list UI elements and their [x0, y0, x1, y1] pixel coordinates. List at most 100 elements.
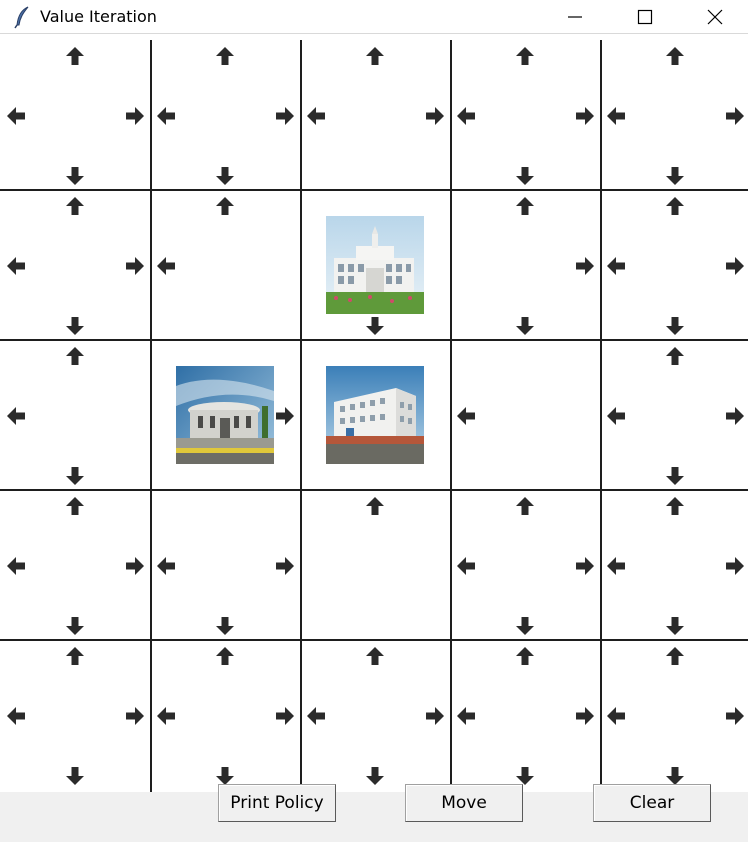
arrow-down-icon — [366, 317, 384, 335]
arrow-left-icon — [7, 557, 25, 575]
arrow-up-icon — [66, 197, 84, 215]
arrow-up-icon — [516, 647, 534, 665]
arrow-left-icon — [157, 707, 175, 725]
arrow-left-icon — [307, 107, 325, 125]
arrow-up-icon — [66, 47, 84, 65]
arrow-right-icon — [276, 407, 294, 425]
arrow-left-icon — [457, 707, 475, 725]
close-button[interactable] — [680, 0, 748, 34]
arrow-down-icon — [66, 317, 84, 335]
move-button[interactable]: Move — [405, 784, 523, 822]
arrow-down-icon — [216, 167, 234, 185]
grid-line-horizontal — [0, 489, 748, 491]
arrow-right-icon — [426, 707, 444, 725]
arrow-right-icon — [276, 107, 294, 125]
arrow-up-icon — [366, 497, 384, 515]
arrow-up-icon — [516, 47, 534, 65]
arrow-right-icon — [426, 107, 444, 125]
grid-line-horizontal — [0, 339, 748, 341]
arrow-right-icon — [726, 407, 744, 425]
arrow-down-icon — [366, 767, 384, 785]
arrow-left-icon — [457, 107, 475, 125]
arrow-left-icon — [307, 707, 325, 725]
arrow-down-icon — [66, 767, 84, 785]
grid-line-vertical — [150, 40, 152, 792]
arrow-right-icon — [726, 257, 744, 275]
arrow-down-icon — [666, 317, 684, 335]
building-photo-rotunda — [176, 366, 274, 464]
grid-line-vertical — [600, 40, 602, 792]
arrow-up-icon — [216, 197, 234, 215]
arrow-left-icon — [607, 557, 625, 575]
arrow-right-icon — [126, 707, 144, 725]
arrow-down-icon — [666, 167, 684, 185]
arrow-down-icon — [66, 617, 84, 635]
arrow-left-icon — [157, 557, 175, 575]
arrow-right-icon — [726, 107, 744, 125]
arrow-left-icon — [7, 107, 25, 125]
arrow-down-icon — [516, 617, 534, 635]
arrow-right-icon — [726, 557, 744, 575]
arrow-right-icon — [126, 107, 144, 125]
arrow-up-icon — [66, 347, 84, 365]
grid-line-horizontal — [0, 189, 748, 191]
feather-icon — [14, 6, 29, 29]
arrow-up-icon — [366, 647, 384, 665]
arrow-up-icon — [666, 197, 684, 215]
arrow-down-icon — [666, 617, 684, 635]
arrow-up-icon — [66, 497, 84, 515]
arrow-down-icon — [516, 167, 534, 185]
arrow-up-icon — [66, 647, 84, 665]
arrow-right-icon — [276, 707, 294, 725]
building-photo-white-tower — [326, 216, 424, 314]
arrow-left-icon — [457, 407, 475, 425]
print-policy-button[interactable]: Print Policy — [218, 784, 336, 822]
arrow-up-icon — [216, 47, 234, 65]
clear-button[interactable]: Clear — [593, 784, 711, 822]
arrow-up-icon — [516, 197, 534, 215]
arrow-right-icon — [126, 557, 144, 575]
arrow-right-icon — [576, 557, 594, 575]
arrow-left-icon — [157, 257, 175, 275]
arrow-left-icon — [7, 407, 25, 425]
building-photo-white-block — [326, 366, 424, 464]
maximize-button[interactable] — [610, 0, 680, 34]
button-bar: Print Policy Move Clear — [0, 784, 748, 842]
arrow-down-icon — [216, 617, 234, 635]
window-title: Value Iteration — [40, 7, 157, 26]
arrow-up-icon — [516, 497, 534, 515]
grid-line-vertical — [450, 40, 452, 792]
arrow-right-icon — [276, 557, 294, 575]
grid-line-horizontal — [0, 639, 748, 641]
arrow-left-icon — [607, 407, 625, 425]
arrow-down-icon — [666, 467, 684, 485]
maximize-icon — [637, 9, 653, 25]
arrow-right-icon — [126, 257, 144, 275]
arrow-up-icon — [666, 647, 684, 665]
grid-canvas[interactable] — [0, 40, 748, 792]
minimize-button[interactable] — [540, 0, 610, 34]
arrow-down-icon — [66, 467, 84, 485]
arrow-right-icon — [576, 257, 594, 275]
arrow-up-icon — [666, 497, 684, 515]
arrow-left-icon — [157, 107, 175, 125]
arrow-left-icon — [7, 257, 25, 275]
arrow-left-icon — [607, 107, 625, 125]
arrow-right-icon — [576, 707, 594, 725]
arrow-left-icon — [607, 257, 625, 275]
close-icon — [707, 9, 723, 25]
title-bar: Value Iteration — [0, 0, 748, 34]
arrow-left-icon — [607, 707, 625, 725]
arrow-right-icon — [576, 107, 594, 125]
arrow-left-icon — [457, 557, 475, 575]
grid-line-vertical — [300, 40, 302, 792]
arrow-up-icon — [666, 47, 684, 65]
arrow-down-icon — [516, 317, 534, 335]
minimize-icon — [568, 16, 582, 18]
arrow-up-icon — [366, 47, 384, 65]
arrow-down-icon — [66, 167, 84, 185]
arrow-up-icon — [666, 347, 684, 365]
arrow-right-icon — [726, 707, 744, 725]
arrow-up-icon — [216, 647, 234, 665]
arrow-left-icon — [7, 707, 25, 725]
